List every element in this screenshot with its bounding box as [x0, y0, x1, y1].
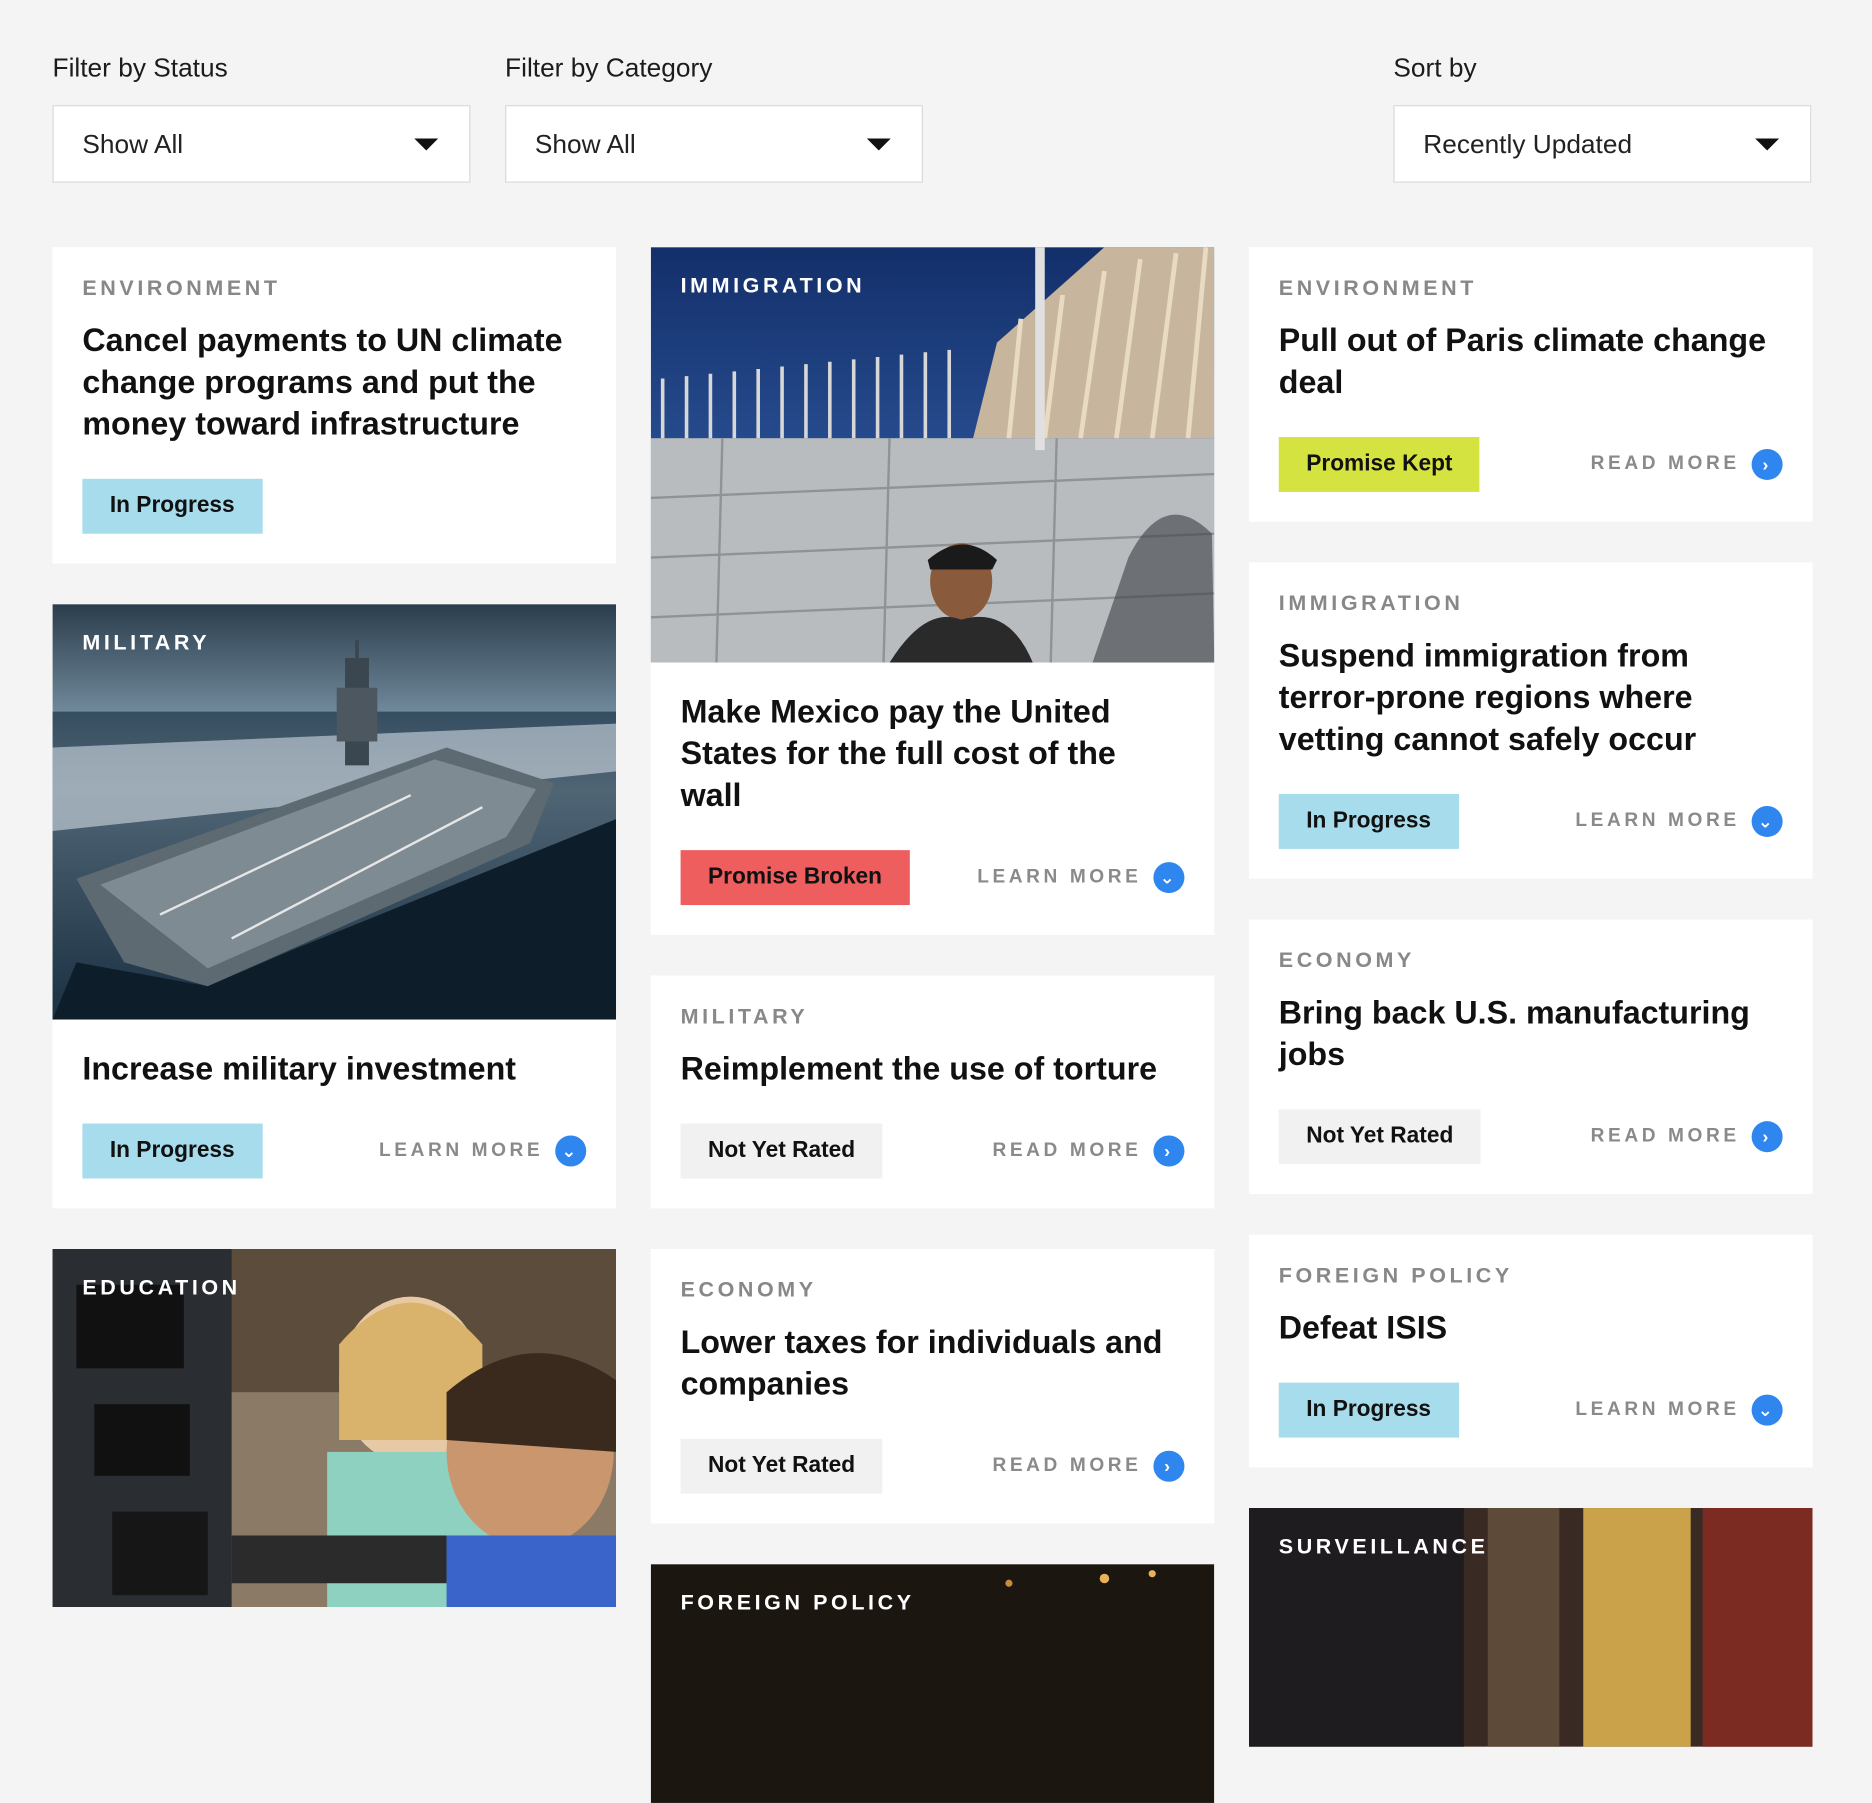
card-category: MILITARY [82, 630, 211, 655]
caret-down-icon [866, 137, 891, 150]
chevron-down-circle-icon: ⌄ [1751, 1394, 1783, 1426]
promise-card[interactable]: ENVIRONMENT Cancel payments to UN climat… [52, 247, 617, 564]
read-more-link[interactable]: READ MORE › [992, 1135, 1185, 1167]
card-image[interactable]: IMMIGRATION [650, 247, 1215, 663]
status-badge: Promise Broken [680, 850, 910, 906]
category-filter-label: Filter by Category [505, 52, 713, 83]
promise-card[interactable]: MILITARY Increase military investment In… [52, 604, 617, 1209]
card-title[interactable]: Increase military investment [82, 1048, 586, 1090]
sort-label: Sort by [1393, 52, 1477, 83]
status-badge: Promise Kept [1278, 437, 1480, 492]
card-category: MILITARY [680, 1004, 809, 1029]
promise-card[interactable]: FOREIGN POLICY [650, 1564, 1215, 1803]
status-filter: Filter by Status Show All [52, 52, 471, 183]
card-category: ENVIRONMENT [82, 275, 281, 300]
status-filter-label: Filter by Status [52, 52, 228, 83]
card-category: FOREIGN POLICY [680, 1590, 915, 1615]
chevron-right-circle-icon: › [1153, 1450, 1185, 1482]
status-badge: Not Yet Rated [680, 1123, 883, 1179]
border-wall-image [650, 247, 1215, 663]
card-title[interactable]: Lower taxes for individuals and companie… [681, 1322, 1185, 1406]
status-badge: In Progress [1278, 1382, 1459, 1438]
card-title[interactable]: Defeat ISIS [1279, 1307, 1783, 1349]
sort-select-value: Recently Updated [1423, 128, 1633, 159]
card-category: IMMIGRATION [1278, 591, 1464, 615]
read-more-link[interactable]: READ MORE › [1590, 1121, 1783, 1153]
promise-card[interactable]: ECONOMY Bring back U.S. manufacturing jo… [1248, 919, 1813, 1194]
chevron-down-circle-icon: ⌄ [1153, 862, 1185, 894]
promise-card[interactable]: ECONOMY Lower taxes for individuals and … [650, 1248, 1215, 1524]
card-title[interactable]: Pull out of Paris climate change deal [1279, 320, 1783, 404]
card-category: ENVIRONMENT [1278, 275, 1477, 300]
card-title[interactable]: Suspend immigration from terror-prone re… [1279, 635, 1783, 760]
learn-more-label: LEARN MORE [977, 866, 1142, 888]
caret-down-icon [1755, 137, 1780, 150]
card-title[interactable]: Bring back U.S. manufacturing jobs [1279, 992, 1783, 1076]
learn-more-link[interactable]: LEARN MORE ⌄ [1575, 1394, 1783, 1426]
sort-select[interactable]: Recently Updated [1393, 105, 1812, 183]
promise-card[interactable]: SURVEILLANCE [1248, 1508, 1813, 1747]
promise-card[interactable]: ENVIRONMENT Pull out of Paris climate ch… [1248, 247, 1813, 522]
status-badge: Not Yet Rated [680, 1438, 883, 1494]
promise-card[interactable]: IMMIGRATION Suspend immigration from ter… [1248, 562, 1813, 879]
promise-card[interactable]: EDUCATION [52, 1248, 617, 1608]
card-category: FOREIGN POLICY [1278, 1263, 1513, 1288]
read-more-label: READ MORE [1590, 453, 1740, 475]
read-more-link[interactable]: READ MORE › [992, 1450, 1185, 1482]
category-select[interactable]: Show All [505, 105, 923, 183]
read-more-link[interactable]: READ MORE › [1590, 448, 1783, 480]
chevron-down-circle-icon: ⌄ [1751, 805, 1783, 837]
status-badge: In Progress [1278, 794, 1459, 849]
learn-more-link[interactable]: LEARN MORE ⌄ [1575, 805, 1783, 837]
card-category: ECONOMY [680, 1277, 817, 1302]
card-image[interactable]: SURVEILLANCE [1248, 1508, 1813, 1747]
chevron-right-circle-icon: › [1751, 1121, 1783, 1153]
promise-card[interactable]: IMMIGRATION Make Mexico pay the United S… [650, 247, 1215, 935]
category-filter: Filter by Category Show All [505, 53, 923, 183]
status-select-value: Show All [82, 128, 184, 159]
chevron-down-circle-icon: ⌄ [555, 1135, 587, 1167]
classroom-image [52, 1248, 617, 1608]
chevron-right-circle-icon: › [1153, 1135, 1185, 1167]
status-badge: In Progress [82, 478, 263, 534]
card-title[interactable]: Cancel payments to UN climate change pro… [82, 320, 586, 445]
promise-card[interactable]: MILITARY Reimplement the use of torture … [650, 975, 1215, 1209]
column-3: ENVIRONMENT Pull out of Paris climate ch… [1248, 247, 1813, 1747]
card-category: ECONOMY [1278, 948, 1415, 972]
card-category: IMMIGRATION [680, 273, 866, 298]
card-image[interactable]: MILITARY [52, 604, 617, 1020]
learn-more-label: LEARN MORE [1575, 810, 1740, 832]
column-2: IMMIGRATION Make Mexico pay the United S… [650, 247, 1215, 1803]
read-more-label: READ MORE [992, 1455, 1142, 1476]
category-select-value: Show All [534, 128, 636, 159]
learn-more-link[interactable]: LEARN MORE ⌄ [379, 1135, 587, 1167]
status-badge: In Progress [82, 1123, 263, 1179]
column-1: ENVIRONMENT Cancel payments to UN climat… [52, 247, 617, 1608]
aircraft-carrier-image [52, 604, 617, 1020]
card-image[interactable]: FOREIGN POLICY [650, 1564, 1215, 1803]
chevron-right-circle-icon: › [1751, 448, 1783, 480]
card-title[interactable]: Make Mexico pay the United States for th… [681, 691, 1185, 816]
card-category: EDUCATION [82, 1275, 241, 1300]
card-image[interactable]: EDUCATION [52, 1248, 617, 1608]
card-title[interactable]: Reimplement the use of torture [681, 1048, 1185, 1090]
learn-more-label: LEARN MORE [1575, 1399, 1740, 1420]
sort-filter: Sort by Recently Updated [1393, 52, 1812, 183]
learn-more-link[interactable]: LEARN MORE ⌄ [977, 862, 1185, 894]
read-more-label: READ MORE [992, 1140, 1142, 1161]
caret-down-icon [414, 137, 439, 150]
status-badge: Not Yet Rated [1278, 1109, 1481, 1165]
learn-more-label: LEARN MORE [379, 1140, 544, 1161]
status-select[interactable]: Show All [52, 105, 471, 183]
read-more-label: READ MORE [1590, 1125, 1740, 1147]
card-category: SURVEILLANCE [1278, 1534, 1489, 1559]
promise-card[interactable]: FOREIGN POLICY Defeat ISIS In Progress L… [1248, 1234, 1813, 1468]
